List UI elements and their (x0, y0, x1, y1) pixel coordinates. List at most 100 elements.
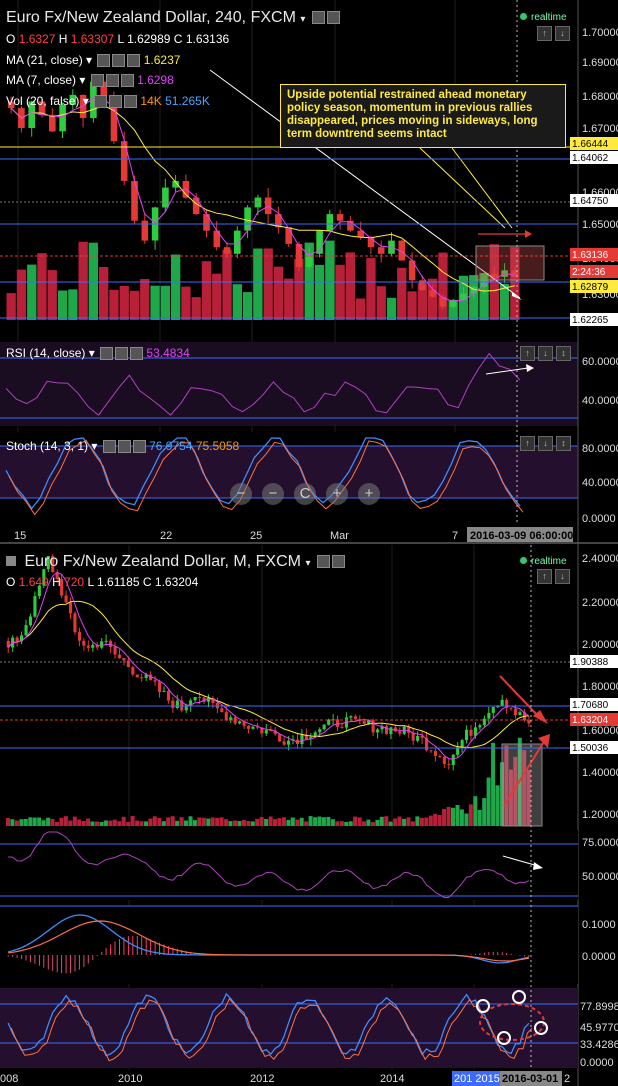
rsi-hide-icon[interactable] (115, 347, 129, 361)
bottom-volume-bar (419, 817, 424, 826)
bottom-price-tick: 1.40000 (582, 767, 618, 779)
bottom-panel-down-icon[interactable]: ↓ (555, 569, 570, 584)
bottom-panel-up-icon[interactable]: ↑ (537, 569, 552, 584)
stoch-legend-top[interactable]: Stoch (14, 3, 1) ▾ 76.9754 75.5058 (6, 439, 239, 454)
zoom-in-button[interactable]: + (326, 483, 348, 505)
bottom-o-label: O (6, 575, 16, 589)
bottom-price-tick: 2.40000 (582, 553, 618, 565)
bottom-x-tick: 2010 (118, 1073, 142, 1085)
bottom-candle-body (447, 764, 451, 765)
bottom-candle-body (478, 725, 482, 728)
bottom-volume-bar (393, 818, 398, 826)
bottom-volume-bar (175, 820, 180, 826)
ma7-hide-icon[interactable] (105, 74, 119, 88)
bottom-candle-body (184, 705, 188, 711)
top-volume-bar (273, 266, 284, 320)
top-ma21-legend[interactable]: MA (21, close) ▾ 1.6237 (6, 53, 180, 68)
top-volume-bar (212, 273, 222, 320)
ma21-close-icon[interactable] (127, 54, 141, 68)
zoom-out-button[interactable]: − (262, 483, 284, 505)
top-title-dropdown-icon[interactable]: ▾ (300, 14, 305, 25)
bottom-volume-bar (130, 816, 135, 826)
bottom-volume-bar (442, 808, 447, 826)
bottom-volume-bar (268, 816, 273, 826)
ma7-settings-icon[interactable] (90, 74, 104, 88)
bottom-candle-body (15, 637, 19, 642)
stoch-down-icon[interactable]: ↓ (538, 436, 553, 451)
bottom-minimize-icon[interactable] (6, 556, 16, 566)
bottom-volume-bar (339, 821, 344, 826)
bottom-chart-title: Euro Fx/New Zealand Dollar, M, FXCM ▾ (6, 553, 345, 571)
top-vol-legend[interactable]: Vol (20, false) ▾ 14K 51.265K (6, 94, 210, 109)
ma7-close-icon[interactable] (120, 74, 134, 88)
stoch-settings-icon[interactable] (102, 440, 116, 454)
bottom-hide-icon[interactable] (331, 555, 345, 569)
bottom-volume-bar (19, 819, 24, 826)
analysis-annotation: Upside potential restrained ahead moneta… (280, 84, 566, 148)
stoch-up-icon[interactable]: ↑ (520, 436, 535, 451)
top-ma7-label: MA (7, close) (6, 73, 77, 87)
bottom-title-dropdown-icon[interactable]: ▾ (305, 558, 310, 569)
bottom-volume-bar (237, 821, 242, 826)
rsi-settings-icon[interactable] (100, 347, 114, 361)
top-ma7-legend[interactable]: MA (7, close) ▾ 1.6298 (6, 73, 174, 88)
top-panel-down-icon[interactable]: ↓ (555, 26, 570, 41)
vol-settings-icon[interactable] (94, 95, 108, 109)
bottom-volume-bar (192, 820, 197, 826)
top-price-tick: 1.65000 (582, 219, 618, 231)
stoch-hide-icon[interactable] (117, 440, 131, 454)
bottom-settings-icon[interactable] (316, 555, 330, 569)
bottom-candle-body (162, 690, 166, 692)
bottom-volume-bar (215, 817, 220, 826)
bottom-volume-bar (224, 819, 229, 826)
scroll-left-button[interactable]: − (230, 483, 252, 505)
bottom-candle-body (407, 726, 411, 733)
rsi-max-icon[interactable]: ↕ (556, 346, 571, 361)
bottom-volume-bar (6, 818, 10, 826)
bottom-volume-bar (264, 819, 269, 826)
top-h-label: H (58, 32, 68, 46)
bottom-candle-body (353, 716, 357, 719)
bottom-volume-bar (95, 821, 99, 826)
bottom-volume-bar (59, 817, 64, 826)
scroll-right-button[interactable]: + (358, 483, 380, 505)
bottom-volume-bar (317, 816, 322, 826)
bottom-realtime-badge: realtime (520, 556, 567, 567)
stoch-close-icon[interactable] (132, 440, 146, 454)
top-volume-bar (37, 253, 47, 320)
vol-hide-icon[interactable] (109, 95, 123, 109)
bottom-volume-bar (188, 816, 193, 826)
ma21-settings-icon[interactable] (97, 54, 111, 68)
top-c-label: C (173, 32, 183, 46)
bottom-volume-bar (321, 817, 326, 826)
bottom-candle-body (527, 720, 531, 724)
rsi-label-top: RSI (14, close) (6, 346, 86, 360)
top-panel-up-icon[interactable]: ↑ (537, 26, 552, 41)
bottom-volume-bar (464, 813, 469, 826)
bottom-h-value: 720 (64, 575, 85, 589)
reset-zoom-button[interactable]: C (294, 483, 316, 505)
bottom-volume-bar (86, 818, 91, 826)
rsi-close-icon[interactable] (130, 347, 144, 361)
rsi-up-icon[interactable]: ↑ (520, 346, 535, 361)
top-title-text: Euro Fx/New Zealand Dollar, 240, FXCM (6, 9, 296, 26)
bottom-volume-bar (250, 821, 255, 826)
top-settings-icon[interactable] (311, 11, 325, 25)
bottom-volume-bar (295, 819, 300, 826)
bottom-volume-bar (197, 817, 202, 826)
top-hide-icon[interactable] (326, 11, 340, 25)
rsi-legend-top[interactable]: RSI (14, close) ▾ 53.4834 (6, 346, 190, 361)
macd-tick: 0.0000 (582, 951, 616, 963)
bottom-stoch-tick: 45.9770 (580, 1022, 618, 1034)
ma21-hide-icon[interactable] (112, 54, 126, 68)
bottom-candle-body (113, 646, 117, 655)
stoch-max-icon[interactable]: ↕ (556, 436, 571, 451)
top-volume-bar (150, 285, 160, 320)
top-ohlc: O 1.6327 H 1.63307 L 1.62989 C 1.63136 (6, 32, 229, 46)
bottom-candle-body (460, 740, 464, 748)
rsi-down-icon[interactable]: ↓ (538, 346, 553, 361)
bottom-candle-body (158, 681, 162, 692)
top-vol-value-b: 51.265K (165, 94, 210, 108)
bottom-candle-body (389, 727, 393, 734)
vol-close-icon[interactable] (124, 95, 138, 109)
